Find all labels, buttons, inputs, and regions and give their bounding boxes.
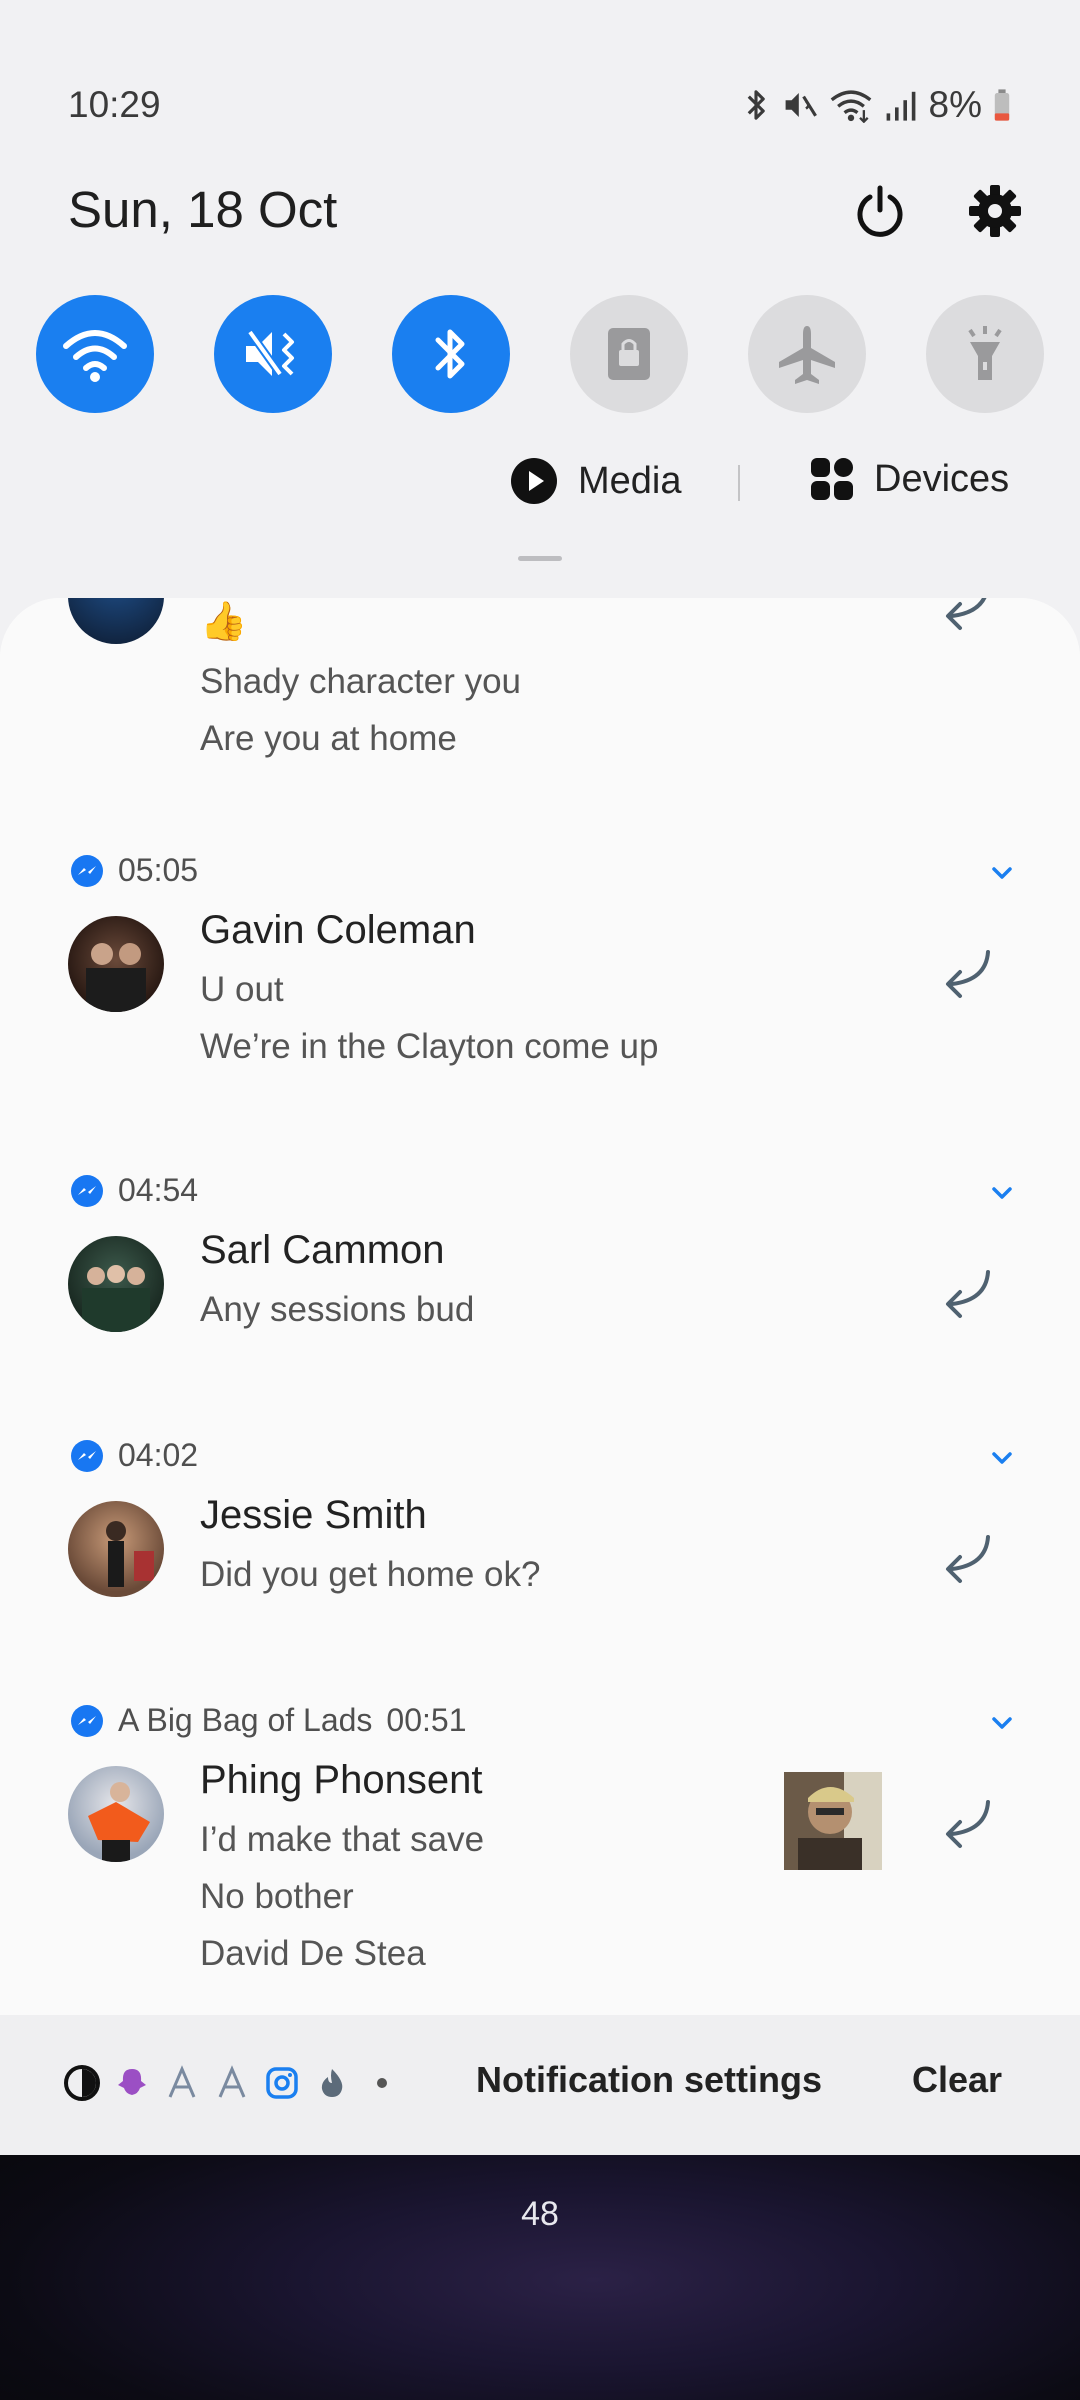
mute-status-icon bbox=[785, 93, 817, 117]
tinder-flame-icon bbox=[314, 2065, 350, 2101]
group-name: A Big Bag of Lads bbox=[118, 1702, 373, 1738]
wifi-status-icon bbox=[830, 90, 871, 123]
chevron-down-icon[interactable] bbox=[985, 1441, 1019, 1475]
notification-line: Did you get home ok? bbox=[200, 1555, 541, 1594]
messenger-icon bbox=[71, 1704, 103, 1737]
status-time: 10:29 bbox=[68, 84, 161, 125]
quick-settings-panel: 10:29 8% Sun, 18 Oct Media Devices 👍 Sha… bbox=[0, 0, 1080, 2155]
lock-icon bbox=[608, 328, 650, 380]
font-a-icon bbox=[214, 2065, 250, 2101]
notification-line: U out bbox=[200, 970, 284, 1009]
sender-name: Jessie Smith bbox=[200, 1493, 427, 1537]
notification-meta: 04:54 bbox=[70, 1172, 198, 1209]
threads-icon bbox=[64, 2065, 100, 2101]
notification-meta: A Big Bag of Lads 00:51 bbox=[70, 1702, 466, 1739]
notification-card-partial[interactable]: 👍 Shady character you Are you at home bbox=[0, 598, 1080, 802]
avatar bbox=[68, 1766, 164, 1862]
notification-line: We’re in the Clayton come up bbox=[200, 1027, 659, 1066]
flashlight-toggle[interactable] bbox=[926, 295, 1044, 413]
bluetooth-status-icon bbox=[747, 90, 765, 120]
media-button[interactable]: Media bbox=[510, 457, 682, 505]
app-icons-row bbox=[64, 2065, 400, 2101]
battery-icon bbox=[994, 89, 1010, 121]
notification-emoji: 👍 bbox=[200, 601, 248, 643]
reply-icon[interactable] bbox=[930, 1258, 1000, 1328]
devices-grid-icon bbox=[811, 458, 853, 500]
chevron-down-icon[interactable] bbox=[985, 1706, 1019, 1740]
more-dot-icon bbox=[364, 2065, 400, 2101]
wifi-icon bbox=[63, 330, 127, 382]
sound-toggle[interactable] bbox=[214, 295, 332, 413]
notification-line: No bother bbox=[200, 1877, 354, 1916]
quick-toggles bbox=[36, 295, 1044, 415]
divider bbox=[738, 465, 740, 501]
messenger-icon bbox=[71, 1439, 103, 1472]
image-thumbnail[interactable] bbox=[784, 1772, 882, 1870]
chevron-down-icon[interactable] bbox=[985, 1176, 1019, 1210]
notification-time: 00:51 bbox=[386, 1702, 467, 1738]
notification-card[interactable]: 04:02 Jessie Smith Did you get home ok? bbox=[0, 1387, 1080, 1654]
notification-card[interactable]: 05:05 Gavin Coleman U out We’re in the C… bbox=[0, 800, 1080, 1124]
media-devices-row: Media Devices bbox=[0, 455, 1080, 515]
drag-handle[interactable] bbox=[518, 556, 562, 561]
sender-name: Gavin Coleman bbox=[200, 908, 476, 952]
sender-name: Phing Phonsent bbox=[200, 1758, 483, 1802]
notification-card[interactable]: 04:54 Sarl Cammon Any sessions bud bbox=[0, 1122, 1080, 1389]
notification-time: 04:54 bbox=[118, 1172, 199, 1208]
avatar bbox=[68, 916, 164, 1012]
gear-icon bbox=[969, 185, 1021, 237]
notification-line: David De Stea bbox=[200, 1934, 426, 1973]
power-button[interactable] bbox=[852, 183, 908, 239]
notification-meta: 05:05 bbox=[70, 852, 198, 889]
signal-status-icon bbox=[886, 91, 915, 121]
messenger-icon bbox=[71, 1174, 103, 1207]
settings-button[interactable] bbox=[967, 183, 1023, 239]
notification-line: Any sessions bud bbox=[200, 1290, 475, 1329]
sender-name: Sarl Cammon bbox=[200, 1228, 445, 1272]
chevron-down-icon[interactable] bbox=[985, 856, 1019, 890]
reply-icon[interactable] bbox=[930, 598, 1000, 640]
devices-button[interactable]: Devices bbox=[810, 457, 1009, 501]
notification-time: 04:02 bbox=[118, 1437, 199, 1473]
wifi-toggle[interactable] bbox=[36, 295, 154, 413]
reply-icon[interactable] bbox=[930, 1788, 1000, 1858]
notification-settings-button[interactable]: Notification settings bbox=[476, 2059, 822, 2101]
reply-icon[interactable] bbox=[930, 938, 1000, 1008]
status-bar: 10:29 8% bbox=[68, 84, 1012, 132]
notification-line: Are you at home bbox=[200, 719, 457, 758]
avatar bbox=[68, 1236, 164, 1332]
battery-percent: 8% bbox=[928, 84, 982, 125]
notification-line: I’d make that save bbox=[200, 1820, 485, 1859]
flashlight-icon bbox=[968, 326, 1002, 380]
reply-icon[interactable] bbox=[930, 1523, 1000, 1593]
play-icon bbox=[511, 458, 557, 504]
airplane-icon bbox=[779, 326, 835, 384]
messenger-icon bbox=[71, 854, 103, 887]
devices-label: Devices bbox=[874, 457, 1010, 500]
status-icons: 8% bbox=[741, 84, 1012, 126]
bluetooth-toggle[interactable] bbox=[392, 295, 510, 413]
avatar bbox=[68, 1501, 164, 1597]
clear-button[interactable]: Clear bbox=[912, 2059, 1002, 2101]
notification-footer: Notification settings Clear bbox=[0, 2015, 1080, 2155]
airplane-toggle[interactable] bbox=[748, 295, 866, 413]
instagram-icon bbox=[264, 2065, 300, 2101]
notification-card[interactable]: A Big Bag of Lads 00:51 Phing Phonsent I… bbox=[0, 1652, 1080, 2022]
media-label: Media bbox=[578, 459, 682, 502]
notification-time: 05:05 bbox=[118, 852, 199, 888]
screen-lock-toggle[interactable] bbox=[570, 295, 688, 413]
bluetooth-icon bbox=[435, 329, 465, 379]
notification-panel: 👍 Shady character you Are you at home 05… bbox=[0, 598, 1080, 2155]
notification-meta: 04:02 bbox=[70, 1437, 198, 1474]
date-label: Sun, 18 Oct bbox=[68, 181, 338, 238]
wallpaper-count: 48 bbox=[521, 2195, 559, 2233]
font-a-icon bbox=[164, 2065, 200, 2101]
mute-vibrate-icon bbox=[246, 329, 294, 377]
power-icon bbox=[857, 185, 903, 237]
avatar bbox=[68, 598, 164, 644]
notification-line: Shady character you bbox=[200, 662, 522, 701]
snapchat-icon bbox=[114, 2065, 150, 2101]
